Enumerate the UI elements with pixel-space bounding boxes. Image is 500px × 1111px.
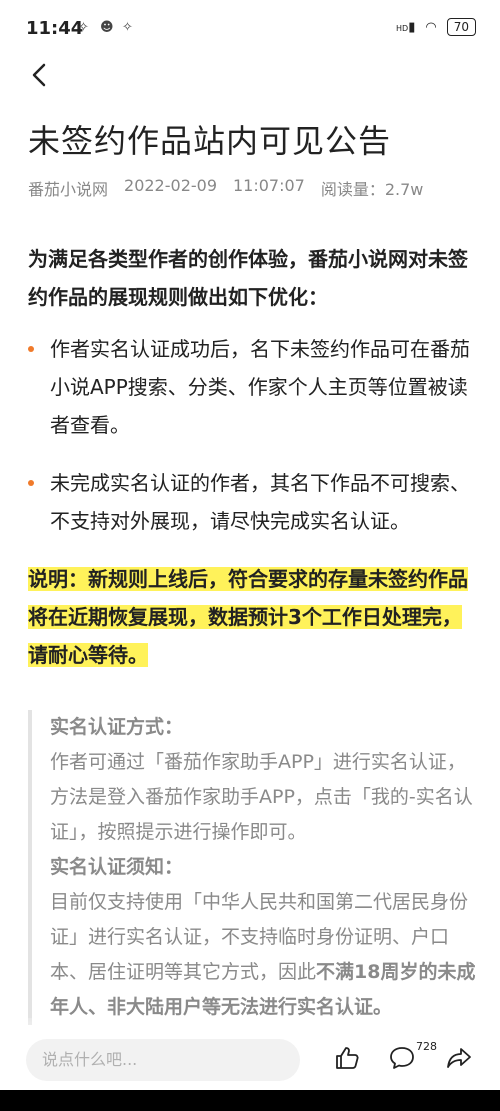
system-nav-bar (0, 1090, 500, 1111)
status-time: 11:44 (26, 18, 84, 39)
bottom-action-bar: 说点什么吧... 728 (0, 1030, 500, 1090)
quote-block: 实名认证方式： 作者可通过「番茄作家助手APP」进行实名认证，方法是登入番茄作家… (28, 710, 476, 1025)
list-item-text: 未完成实名认证的作者，其名下作品不可搜索、不支持对外展现，请尽快完成实名认证。 (50, 471, 470, 533)
article-source[interactable]: 番茄小说网 (28, 176, 108, 200)
highlight-note-text: 说明：新规则上线后，符合要求的存量未签约作品将在近期恢复展现，数据预计3个工作日… (28, 567, 468, 667)
wifi-icon: ◠ (425, 19, 437, 35)
highlight-note: 说明：新规则上线后，符合要求的存量未签约作品将在近期恢复展现，数据预计3个工作日… (28, 560, 476, 674)
back-arrow-icon[interactable] (28, 62, 54, 88)
notification-icon: ☻ (100, 20, 114, 35)
status-icons: HD▮ ◠ 70 (396, 18, 476, 36)
list-item-text: 作者实名认证成功后，名下未签约作品可在番茄小说APP搜索、分类、作家个人主页等位… (50, 337, 470, 437)
quote-heading: 实名认证须知： (50, 856, 184, 878)
intro-paragraph: 为满足各类型作者的创作体验，番茄小说网对未签约作品的展现规则做出如下优化： (28, 247, 468, 309)
article-body: 为满足各类型作者的创作体验，番茄小说网对未签约作品的展现规则做出如下优化： 作者… (28, 240, 476, 1025)
bullet-dot-icon (28, 346, 34, 352)
page-title: 未签约作品站内可见公告 (28, 122, 392, 160)
comment-icon[interactable] (388, 1045, 416, 1071)
article-date: 2022-02-09 (124, 176, 217, 195)
quote-text: 作者可通过「番茄作家助手APP」进行实名认证，方法是登入番茄作家助手APP，点击… (50, 751, 473, 843)
article-meta: 番茄小说网 2022-02-09 11:07:07 阅读量：2.7w (28, 176, 423, 200)
notification-icon: ✧ (78, 20, 89, 35)
signal-icon: HD▮ (396, 19, 416, 35)
article-time: 11:07:07 (233, 176, 305, 195)
comment-count: 728 (416, 1040, 437, 1053)
quote-heading: 实名认证方式： (50, 716, 184, 738)
bullet-dot-icon (28, 480, 34, 486)
comment-input[interactable]: 说点什么吧... (26, 1039, 300, 1081)
share-icon[interactable] (445, 1045, 473, 1071)
read-count: 阅读量：2.7w (320, 180, 424, 199)
list-item: 作者实名认证成功后，名下未签约作品可在番茄小说APP搜索、分类、作家个人主页等位… (28, 330, 476, 444)
list-item: 未完成实名认证的作者，其名下作品不可搜索、不支持对外展现，请尽快完成实名认证。 (28, 464, 476, 540)
notification-icon: ✧ (122, 20, 133, 35)
battery-icon: 70 (446, 18, 476, 36)
thumbs-up-icon[interactable] (334, 1045, 360, 1071)
status-bar: 11:44 ✧ ☻ ✧ HD▮ ◠ 70 (0, 0, 500, 56)
quote-text: 目前仅支持使用「中华人民共和国第二代居民身份证」进行实名认证，不支持临时身份证明… (50, 891, 476, 1018)
